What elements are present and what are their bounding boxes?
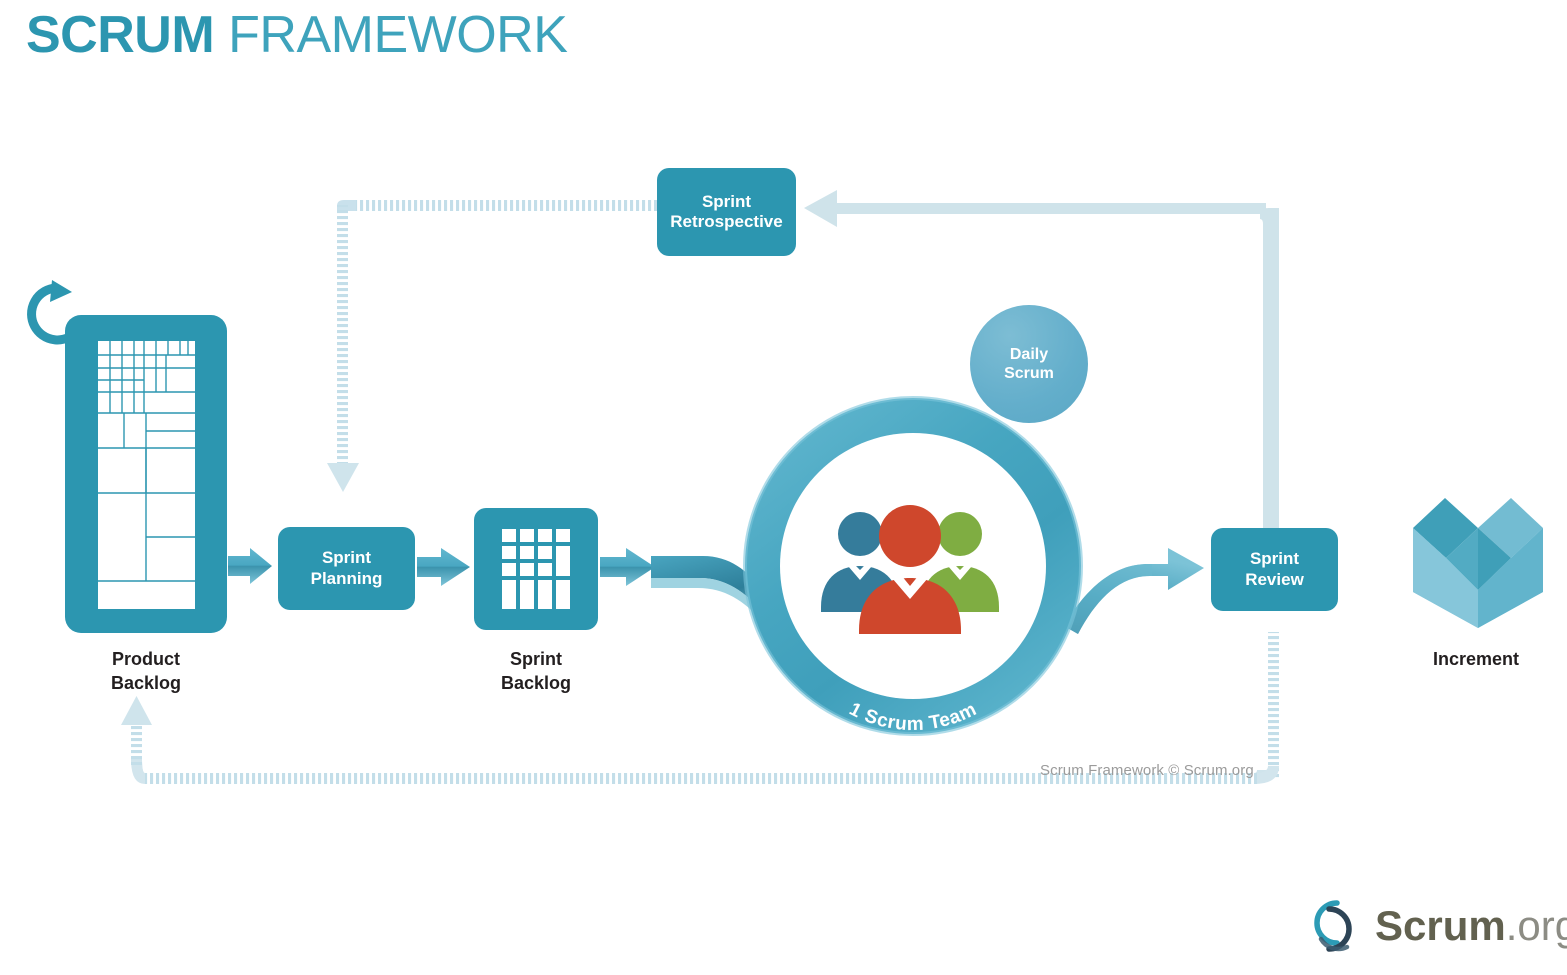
scrum-team-people-icon — [821, 505, 999, 634]
scrum-org-logo-mark-icon — [1314, 900, 1352, 952]
sprint-backlog-to-sprint-arrow — [600, 548, 655, 586]
sprint-review-label: Sprint Review — [1245, 549, 1304, 589]
logo-name: Scrum — [1375, 902, 1506, 949]
product-backlog-treemap — [98, 341, 195, 609]
product-backlog[interactable] — [65, 315, 227, 633]
sprint-backlog-grid — [502, 529, 570, 609]
sprint-planning-box[interactable]: Sprint Planning — [278, 527, 415, 610]
planning-to-sprint-backlog-arrow — [417, 548, 470, 586]
sprint-review-box[interactable]: Sprint Review — [1211, 528, 1338, 611]
daily-scrum-bubble[interactable]: Daily Scrum — [970, 305, 1088, 423]
sprint-retrospective-box[interactable]: Sprint Retrospective — [657, 168, 796, 256]
increment-box-icon — [1413, 498, 1543, 628]
copyright-footnote: Scrum Framework © Scrum.org — [1040, 762, 1254, 779]
sprint-backlog[interactable] — [474, 508, 598, 630]
logo-tld: .org — [1505, 902, 1567, 949]
backlog-to-planning-arrow — [228, 548, 272, 584]
increment-label: Increment — [1432, 649, 1520, 669]
sprint-backlog-label: Sprint Backlog — [500, 649, 572, 693]
sprint-planning-label: Sprint Planning — [310, 548, 383, 588]
product-backlog-label: Product Backlog — [110, 649, 182, 693]
scrum-org-logo-text: Scrum.org — [1375, 905, 1567, 947]
scrum-org-logo[interactable]: Scrum.org — [1307, 893, 1567, 959]
daily-scrum-label: Daily Scrum — [1004, 345, 1054, 382]
refresh-cycle-icon — [27, 280, 82, 345]
retrospective-to-planning-dashed-arrow — [327, 200, 659, 492]
sprint-retrospective-label: Sprint Retrospective — [670, 191, 783, 231]
